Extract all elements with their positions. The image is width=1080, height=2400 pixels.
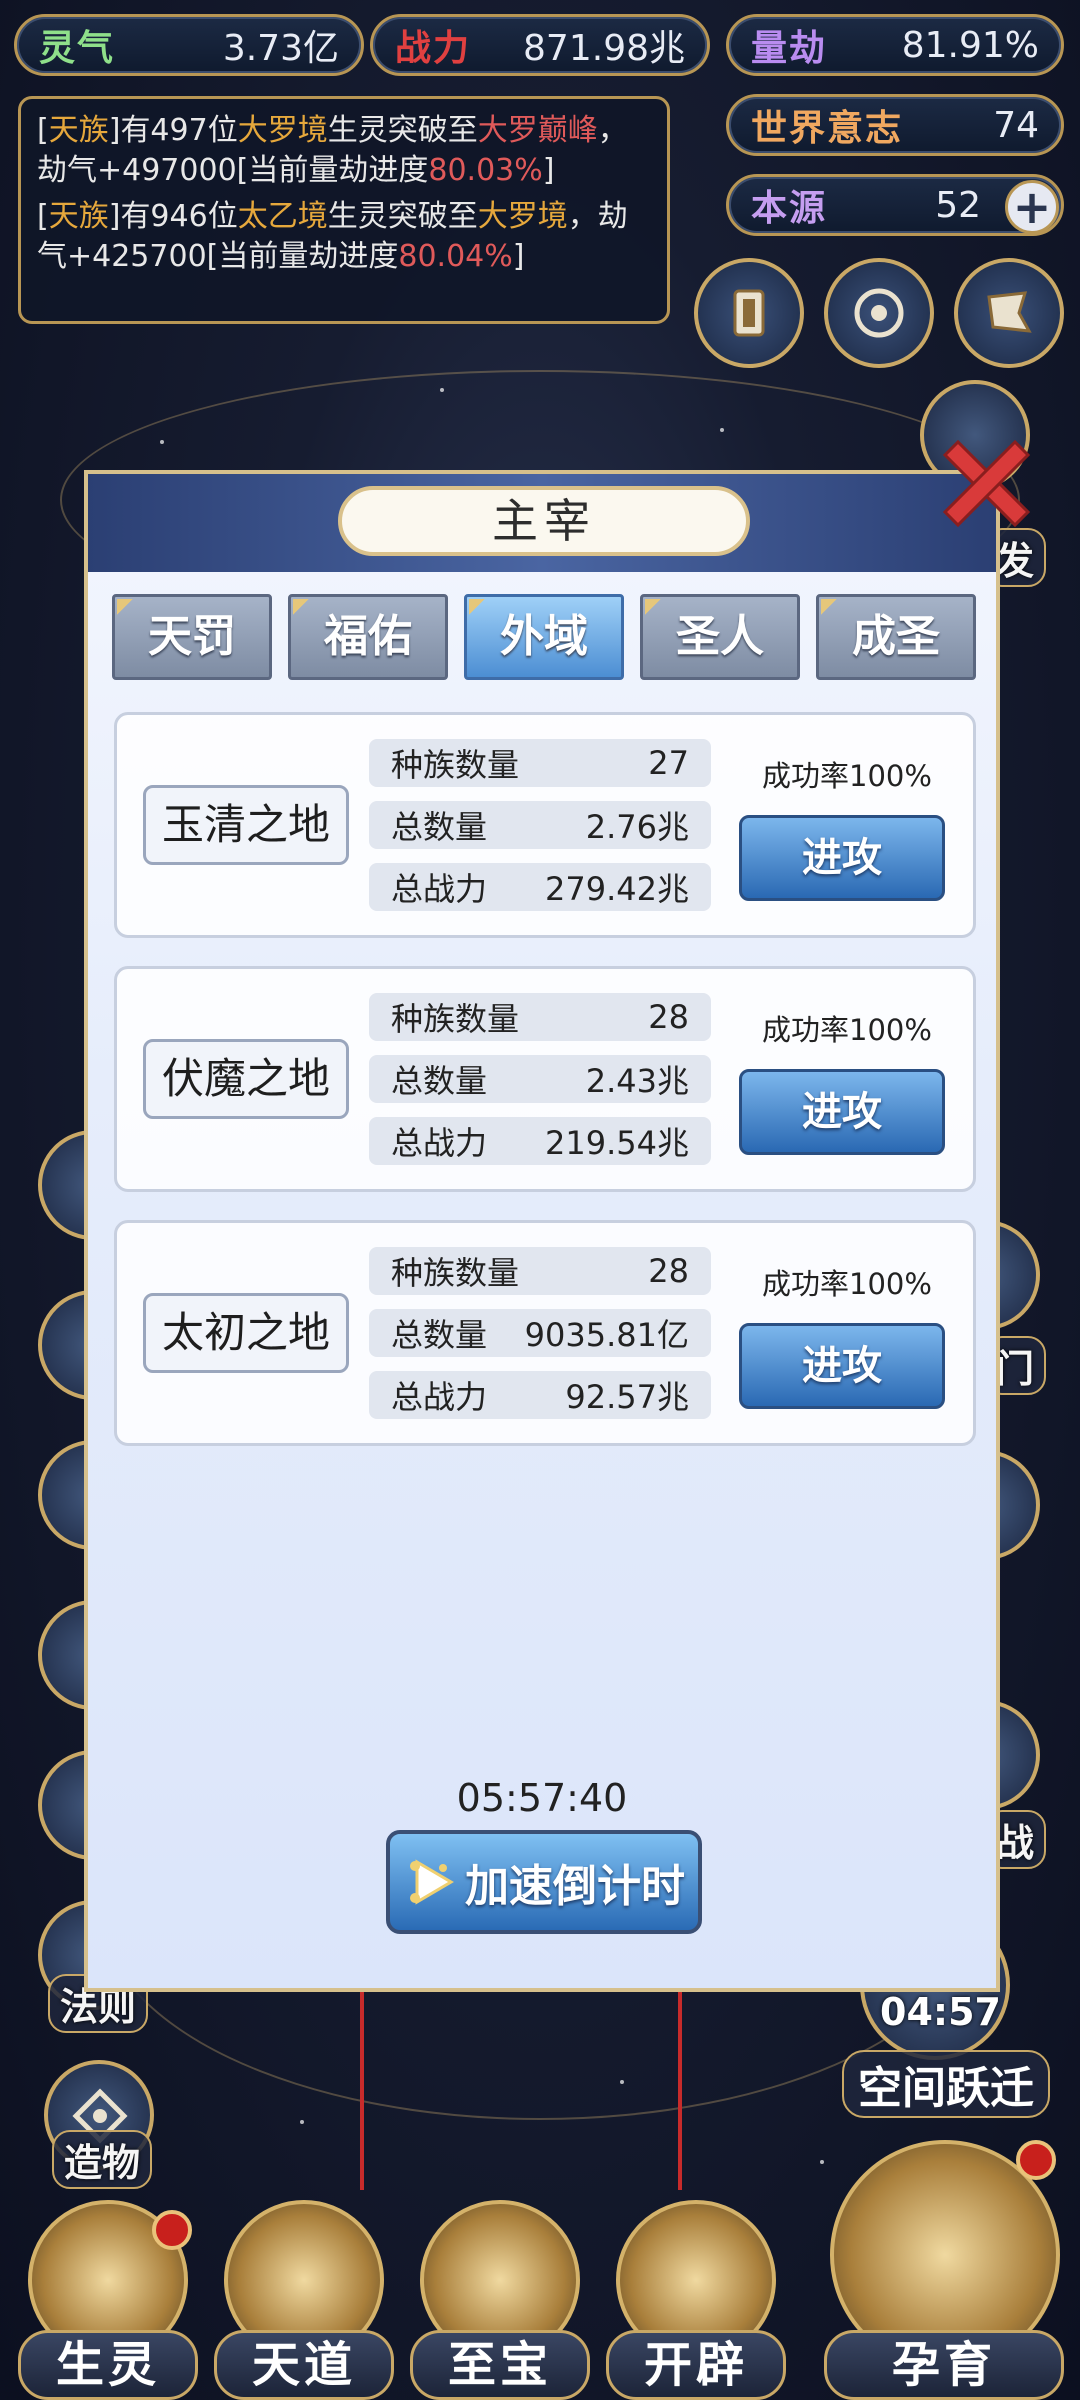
resource-world-will: 世界意志 74 bbox=[726, 94, 1064, 156]
flag-icon bbox=[987, 291, 1032, 333]
speed-up-button[interactable]: 加速倒计时 bbox=[386, 1830, 702, 1934]
portal-button[interactable] bbox=[824, 258, 934, 368]
notification-dot bbox=[152, 2210, 192, 2250]
total-count-row: 总数量 2.76兆 bbox=[369, 801, 711, 849]
countdown-timer: 05:57:40 bbox=[456, 1776, 628, 1820]
space-jump-timer: 04:57 bbox=[880, 1990, 1001, 2034]
log-entry: [天族]有946位太乙境生灵突破至大罗境，劫气+425700[当前量劫进度80.… bbox=[37, 199, 628, 274]
red-beam bbox=[360, 1990, 364, 2190]
dominator-modal: 主宰 天罚 福佑 外域 圣人 成圣 玉清之地 种族数量 27 总数量 2.76兆 总… bbox=[84, 470, 1000, 1992]
nav-label: 生灵 bbox=[18, 2330, 198, 2400]
tab-fuyou[interactable]: 福佑 bbox=[288, 594, 448, 680]
nav-label: 天道 bbox=[214, 2330, 394, 2400]
resource-liangjie: 量劫 81.91% bbox=[726, 14, 1064, 76]
nav-tiandao[interactable]: 天道 bbox=[214, 2200, 394, 2400]
territory-name: 太初之地 bbox=[143, 1293, 349, 1373]
resource-label: 世界意志 bbox=[751, 108, 904, 149]
scroll-button[interactable] bbox=[694, 258, 804, 368]
video-play-icon bbox=[410, 1859, 454, 1905]
resource-label: 灵气 bbox=[39, 28, 116, 69]
race-count-row: 种族数量 27 bbox=[369, 739, 711, 787]
resource-origin: 本源 52 + bbox=[726, 174, 1064, 236]
nav-yunyu[interactable]: 孕育 bbox=[820, 2140, 1070, 2400]
nav-zhibao[interactable]: 至宝 bbox=[410, 2200, 590, 2400]
resource-value: 81.91% bbox=[901, 24, 1039, 66]
attack-button[interactable]: 进攻 bbox=[739, 815, 945, 901]
race-count-row: 种族数量 28 bbox=[369, 993, 711, 1041]
attack-button[interactable]: 进攻 bbox=[739, 1069, 945, 1155]
territory-card: 太初之地 种族数量 28 总数量 9035.81亿 总战力 92.57兆 成功率100… bbox=[114, 1220, 976, 1446]
nav-label: 开辟 bbox=[606, 2330, 786, 2400]
race-count-row: 种族数量 28 bbox=[369, 1247, 711, 1295]
total-count-row: 总数量 2.43兆 bbox=[369, 1055, 711, 1103]
territory-name: 玉清之地 bbox=[143, 785, 349, 865]
event-log: [天族]有497位大罗境生灵突破至大罗巅峰，劫气+497000[当前量劫进度80… bbox=[18, 96, 670, 324]
nav-label: 至宝 bbox=[410, 2330, 590, 2400]
resource-label: 战力 bbox=[395, 28, 472, 69]
tab-bar: 天罚 福佑 外域 圣人 成圣 bbox=[112, 594, 976, 680]
speed-up-label: 加速倒计时 bbox=[465, 1861, 685, 1912]
add-origin-button[interactable]: + bbox=[1005, 180, 1059, 234]
success-rate: 成功率100% bbox=[762, 1013, 932, 1047]
resource-value: 52 bbox=[935, 184, 981, 226]
territory-name: 伏魔之地 bbox=[143, 1039, 349, 1119]
territory-card: 伏魔之地 种族数量 28 总数量 2.43兆 总战力 219.54兆 成功率100% … bbox=[114, 966, 976, 1192]
tab-chengsheng[interactable]: 成圣 bbox=[816, 594, 976, 680]
total-power-row: 总战力 92.57兆 bbox=[369, 1371, 711, 1419]
territory-card: 玉清之地 种族数量 27 总数量 2.76兆 总战力 279.42兆 成功率100% … bbox=[114, 712, 976, 938]
resource-zhanli: 战力 871.98兆 bbox=[370, 14, 710, 76]
log-entry: [天族]有497位大罗境生灵突破至大罗巅峰，劫气+497000[当前量劫进度80… bbox=[37, 113, 628, 188]
create-label: 造物 bbox=[52, 2130, 153, 2189]
total-power-row: 总战力 279.42兆 bbox=[369, 863, 711, 911]
scroll-icon bbox=[733, 289, 765, 337]
nav-shengling[interactable]: 生灵 bbox=[18, 2200, 198, 2400]
resource-label: 本源 bbox=[751, 188, 828, 229]
resource-value: 871.98兆 bbox=[523, 28, 685, 69]
success-rate: 成功率100% bbox=[762, 1267, 932, 1301]
close-icon[interactable] bbox=[930, 430, 1040, 540]
resource-lingqi: 灵气 3.73亿 bbox=[14, 14, 364, 76]
modal-title: 主宰 bbox=[338, 486, 750, 556]
resource-value: 74 bbox=[993, 104, 1039, 146]
red-beam bbox=[678, 1990, 682, 2190]
vortex-icon bbox=[854, 288, 904, 338]
tab-tianfa[interactable]: 天罚 bbox=[112, 594, 272, 680]
success-rate: 成功率100% bbox=[762, 759, 932, 793]
resource-value: 3.73亿 bbox=[222, 28, 339, 69]
flag-button[interactable] bbox=[954, 258, 1064, 368]
attack-button[interactable]: 进攻 bbox=[739, 1323, 945, 1409]
space-jump-label: 空间跃迁 bbox=[842, 2050, 1050, 2118]
notification-dot bbox=[1016, 2140, 1056, 2180]
total-power-row: 总战力 219.54兆 bbox=[369, 1117, 711, 1165]
total-count-row: 总数量 9035.81亿 bbox=[369, 1309, 711, 1357]
tab-shengren[interactable]: 圣人 bbox=[640, 594, 800, 680]
tab-waiyu[interactable]: 外域 bbox=[464, 594, 624, 680]
nav-label: 孕育 bbox=[824, 2330, 1064, 2400]
nav-kaipi[interactable]: 开辟 bbox=[606, 2200, 786, 2400]
resource-label: 量劫 bbox=[751, 28, 828, 69]
